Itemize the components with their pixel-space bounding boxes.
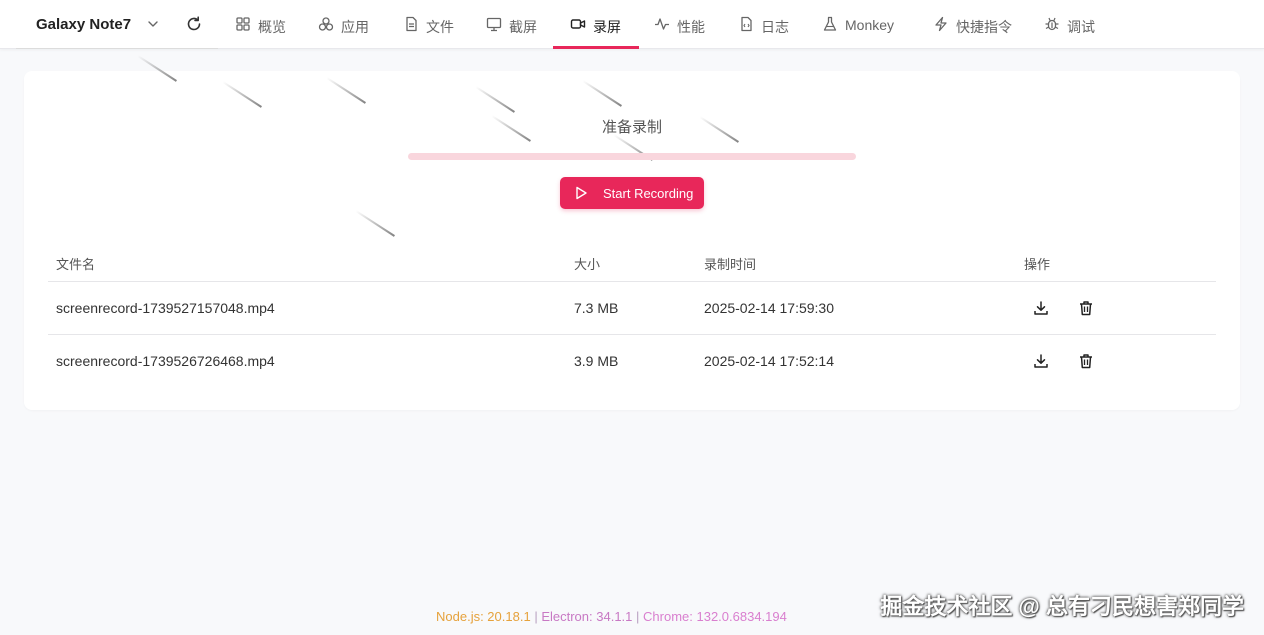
- apps-icon: [318, 17, 334, 31]
- screenshot-icon: [486, 17, 502, 32]
- cell-size: 7.3 MB: [574, 300, 619, 316]
- tab-label: 截屏: [509, 19, 537, 35]
- footer-separator: |: [534, 609, 538, 624]
- tab-label: 快捷指令: [956, 19, 1012, 35]
- tab-label: 概览: [258, 19, 286, 35]
- start-recording-button[interactable]: Start Recording: [560, 177, 704, 209]
- version-footer: Node.js: 20.18.1 | Electron: 34.1.1 | Ch…: [436, 609, 787, 624]
- log-icon: [741, 16, 752, 32]
- chrome-version: Chrome: 132.0.6834.194: [643, 609, 787, 624]
- column-header-size: 大小: [574, 257, 601, 272]
- trash-icon[interactable]: [1078, 353, 1094, 369]
- footer-separator: |: [636, 609, 640, 624]
- top-navigation-bar: Galaxy Note7 概览 应用 文件 截屏 录屏 性能 日志 Monkey…: [0, 0, 1264, 49]
- recording-status: 准备录制: [601, 119, 662, 136]
- cell-filename: screenrecord-1739526726468.mp4: [56, 353, 275, 369]
- cell-recorded-time: 2025-02-14 17:59:30: [704, 300, 834, 316]
- trash-icon[interactable]: [1078, 300, 1094, 316]
- file-icon: [406, 16, 417, 32]
- tab-label: 性能: [677, 19, 705, 35]
- table-row-divider: [48, 334, 1216, 335]
- flask-icon: [823, 16, 837, 31]
- tab-label: 日志: [761, 19, 789, 35]
- table-header-divider: [48, 281, 1216, 282]
- bug-icon: [1045, 17, 1059, 31]
- cell-size: 3.9 MB: [574, 353, 619, 369]
- download-icon[interactable]: [1033, 300, 1049, 316]
- play-icon: [576, 186, 587, 200]
- video-icon: [570, 19, 586, 29]
- column-header-recorded-time: 录制时间: [704, 257, 757, 272]
- recording-progress-bar: [408, 153, 856, 160]
- tab-label: 应用: [341, 19, 369, 35]
- pulse-icon: [655, 18, 669, 30]
- grid-icon: [236, 17, 250, 31]
- tab-label: 录屏: [593, 19, 621, 35]
- tab-label: 文件: [426, 19, 454, 35]
- cell-filename: screenrecord-1739527157048.mp4: [56, 300, 275, 316]
- tab-label: Monkey: [845, 17, 895, 33]
- column-header-filename: 文件名: [56, 257, 96, 272]
- lightning-icon: [935, 16, 947, 32]
- refresh-icon[interactable]: [185, 15, 203, 33]
- column-header-actions: 操作: [1024, 257, 1051, 272]
- node-version: Node.js: 20.18.1: [436, 609, 531, 624]
- watermark: 掘金技术社区 @ 总有刁民想害郑同学: [880, 594, 1244, 619]
- electron-version: Electron: 34.1.1: [541, 609, 633, 624]
- active-tab-indicator: [553, 46, 639, 49]
- download-icon[interactable]: [1033, 353, 1049, 369]
- tab-label: 调试: [1067, 19, 1095, 35]
- chevron-down-icon: [148, 21, 158, 27]
- cell-recorded-time: 2025-02-14 17:52:14: [704, 353, 834, 369]
- device-name: Galaxy Note7: [36, 16, 132, 33]
- start-recording-label: Start Recording: [603, 186, 694, 201]
